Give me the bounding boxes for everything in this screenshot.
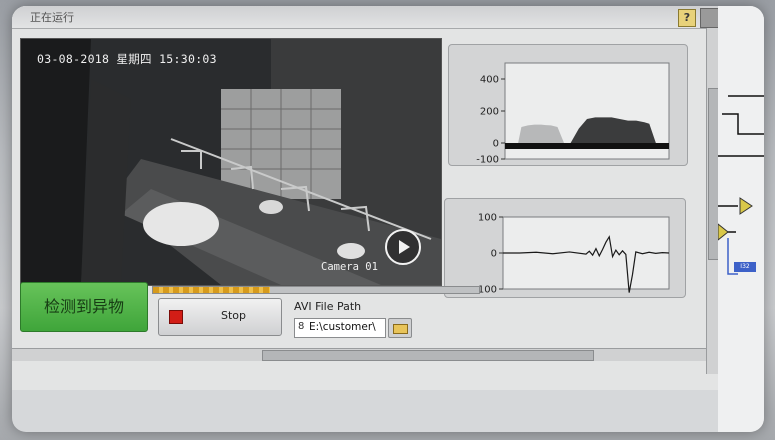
help-button[interactable]: ? bbox=[678, 9, 696, 27]
stop-icon bbox=[169, 310, 183, 324]
y-tick-label: 200 bbox=[480, 107, 499, 118]
y-tick-label: 100 bbox=[478, 213, 497, 224]
i32-constant: I32 bbox=[734, 262, 756, 272]
title-bar: 正在运行 ? bbox=[12, 6, 720, 29]
conveyor-scene-image bbox=[21, 39, 441, 285]
camera-video-feed[interactable]: 03-08-2018 星期四 15:30:03 Camera 01 bbox=[20, 38, 442, 286]
path-value: E:\customer\ bbox=[309, 321, 376, 333]
diagram-wires bbox=[717, 95, 764, 275]
browse-folder-icon[interactable] bbox=[388, 318, 412, 338]
window-title: 正在运行 bbox=[30, 11, 74, 24]
horizontal-scroll-thumb[interactable] bbox=[262, 350, 594, 361]
y-tick-label: -100 bbox=[476, 155, 499, 166]
y-tick-label: 400 bbox=[480, 75, 499, 86]
vi-icon bbox=[700, 8, 720, 28]
monitor-screen: 正在运行 ? 03-08-2018 星期四 15:30:03 Camera 01… bbox=[12, 6, 764, 432]
avi-file-path-input[interactable]: 8 E:\customer\ bbox=[294, 318, 386, 338]
progress-bar bbox=[152, 286, 480, 294]
stop-label: Stop bbox=[221, 309, 247, 322]
stop-button[interactable]: Stop bbox=[158, 298, 282, 336]
osd-datetime: 03-08-2018 星期四 15:30:03 bbox=[37, 52, 217, 66]
play-icon[interactable] bbox=[385, 229, 421, 265]
y-tick-label: 0 bbox=[491, 249, 497, 260]
baseline-band bbox=[505, 143, 669, 149]
progress-fill bbox=[153, 287, 271, 293]
upper-waveform-chart[interactable]: 400 200 0 -100 bbox=[449, 45, 687, 165]
osd-camera-label: Camera 01 bbox=[321, 261, 378, 273]
path-type-glyph: 8 bbox=[298, 321, 305, 332]
horizontal-scrollbar[interactable] bbox=[12, 348, 706, 361]
lower-waveform-chart[interactable]: 1000-100 bbox=[445, 199, 685, 297]
foreign-object-alarm-indicator: 检测到异物 bbox=[20, 282, 148, 332]
avi-file-path-label: AVI File Path bbox=[294, 300, 362, 313]
lower-waveform-panel: 100 0 -100 bbox=[444, 198, 686, 298]
block-diagram-window bbox=[717, 6, 764, 432]
upper-waveform-panel: 400 200 0 -100 bbox=[448, 44, 688, 166]
labview-front-panel: 正在运行 ? 03-08-2018 星期四 15:30:03 Camera 01… bbox=[12, 6, 720, 390]
y-tick-label: 0 bbox=[493, 139, 499, 150]
